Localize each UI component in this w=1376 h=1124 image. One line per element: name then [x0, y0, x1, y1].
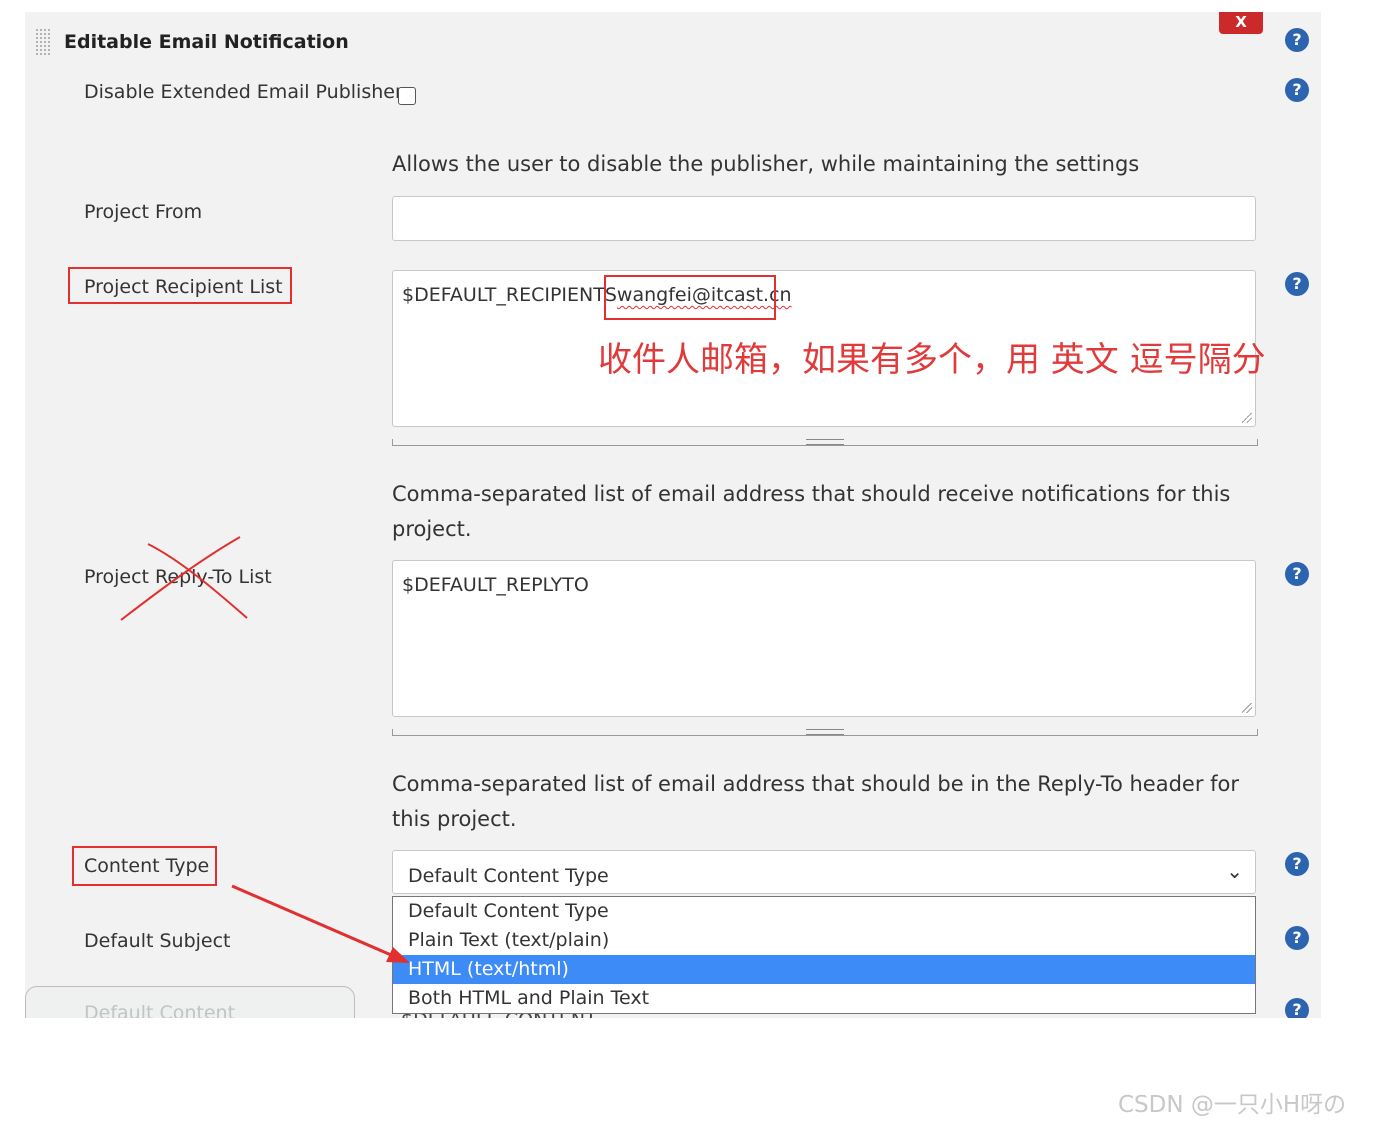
- arrowhead-icon: [386, 947, 410, 963]
- annotation-arrow: [231, 884, 399, 960]
- cross-mark: [147, 543, 248, 619]
- cross-mark: [120, 536, 241, 621]
- annotation-marks: [120, 536, 410, 963]
- watermark: CSDN @一只小H呀の: [1118, 1092, 1347, 1118]
